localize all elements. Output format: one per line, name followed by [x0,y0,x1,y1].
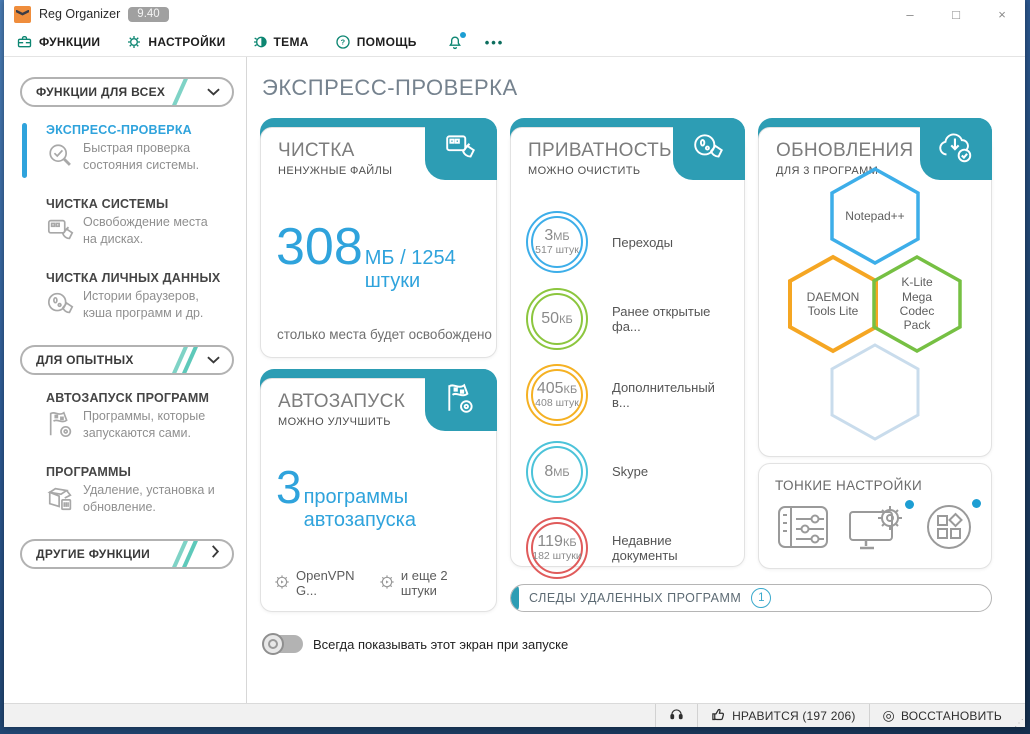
maximize-button[interactable]: □ [933,0,979,28]
notification-dot [972,499,981,508]
gear-play-icon [379,574,395,593]
gear-icon [126,34,142,50]
monitor-broom-icon [443,130,479,169]
minimize-button[interactable]: – [887,0,933,28]
chevron-right-icon [211,545,220,563]
support-button[interactable] [655,704,697,727]
cleanup-value: 308 [276,218,363,276]
svg-text:?: ? [340,38,345,47]
thumbs-up-icon [711,707,726,725]
app-logo-icon [14,5,31,23]
privacy-item[interactable]: 8МБ Skype [526,434,735,511]
status-bar: НРАВИТСЯ (197 206) ◎ ВОССТАНОВИТЬ [4,703,1025,729]
theme-bulb-icon [252,34,268,50]
gear-play-icon [274,574,290,593]
privacy-item[interactable]: 119КБ 182 штуки Недавние документы [526,510,735,587]
resize-grip[interactable] [1014,704,1025,729]
box-trash-icon [46,483,76,518]
deleted-programs-traces-bar[interactable]: СЛЕДЫ УДАЛЕННЫХ ПРОГРАММ 1 [510,584,992,612]
menu-more-button[interactable]: ••• [485,35,505,50]
menu-bar: ФУНКЦИИ НАСТРОЙКИ ТЕМА ? ПОМОЩЬ ••• [4,28,1025,57]
cleanup-card[interactable]: ЧИСТКА НЕНУЖНЫЕ ФАЙЛЫ 308 МБ / 1254 штук… [260,118,497,358]
card-subtitle: МОЖНО ОЧИСТИТЬ [528,165,641,177]
update-app-hexagon[interactable]: K-Lite Mega Codec Pack [871,254,963,354]
menu-help[interactable]: ? ПОМОЩЬ [335,34,417,50]
sidebar-section-functions-for-all[interactable]: ФУНКЦИИ ДЛЯ ВСЕХ [20,77,234,107]
menu-settings[interactable]: НАСТРОЙКИ [126,34,225,50]
active-indicator [22,123,27,178]
privacy-item[interactable]: 405КБ 408 штук Дополнительный в... [526,357,735,434]
autorun-card[interactable]: АВТОЗАПУСК МОЖНО УЛУЧШИТЬ 3 программы ав… [260,369,497,612]
headphones-icon [669,707,684,724]
menu-theme[interactable]: ТЕМА [252,34,309,50]
sidebar-section-other-functions[interactable]: ДРУГИЕ ФУНКЦИИ [20,539,234,569]
restore-target-icon: ◎ [882,707,895,723]
app-title: Reg Organizer [39,7,121,21]
app-window: Reg Organizer 9.40 – □ × ФУНКЦИИ НАСТРОЙ… [4,0,1025,729]
sidebar-item-autorun-programs[interactable]: АВТОЗАПУСК ПРОГРАММ Программы, которые з… [22,391,234,444]
card-title: АВТОЗАПУСК [278,391,406,412]
title-bar: Reg Organizer 9.40 – □ × [4,0,1025,28]
sidebar: ФУНКЦИИ ДЛЯ ВСЕХ ЭКСПРЕСС-ПРОВЕРКА Быстр… [4,57,247,703]
tweaks-title: ТОНКИЕ НАСТРОЙКИ [775,478,923,493]
card-title: ПРИВАТНОСТЬ [528,140,672,161]
chevron-down-icon [207,83,220,101]
card-title: ОБНОВЛЕНИЯ [776,140,914,161]
autorun-value: 3 [276,461,302,513]
updates-card[interactable]: ОБНОВЛЕНИЯ ДЛЯ 3 ПРОГРАММ Notepad++ DAEM… [758,118,992,457]
privacy-card[interactable]: ПРИВАТНОСТЬ МОЖНО ОЧИСТИТЬ 3МБ 517 штук … [510,118,745,580]
sidebar-item-private-data-cleanup[interactable]: ЧИСТКА ЛИЧНЫХ ДАННЫХ Истории браузеров, … [22,271,234,324]
chevron-down-icon [207,351,220,369]
toggle-label: Всегда показывать этот экран при запуске [313,636,569,652]
traces-count-badge: 1 [751,588,772,608]
update-app-hexagon[interactable]: DAEMON Tools Lite [787,254,879,354]
briefcase-icon [16,34,33,50]
page-title: ЭКСПРЕСС-ПРОВЕРКА [262,75,518,100]
autorun-value-suffix: программы автозапуска [303,486,416,531]
sidebar-item-programs[interactable]: ПРОГРАММЫ Удаление, установка и обновлен… [22,465,234,518]
notification-dot [459,31,466,38]
menu-functions[interactable]: ФУНКЦИИ [16,34,100,50]
footprints-broom-icon [46,289,76,324]
footprints-broom-icon [692,130,726,169]
main-area: ЭКСПРЕСС-ПРОВЕРКА ЧИСТКА НЕНУЖНЫЕ ФАЙЛЫ … [247,57,1025,703]
cleanup-caption: столько места будет освобождено [277,327,492,342]
help-circle-icon: ? [335,34,351,50]
search-check-icon [46,141,76,176]
window-sliders-icon[interactable] [777,505,829,554]
like-button[interactable]: НРАВИТСЯ (197 206) [697,704,868,727]
autorun-more-item[interactable]: и еще 2 штуки [379,568,487,598]
notification-dot [905,500,914,509]
version-badge: 9.40 [128,6,169,22]
cleanup-value-suffix: МБ / 1254 штуки [364,247,456,292]
flag-gear-icon [444,381,478,420]
cloud-download-check-icon [937,130,975,169]
privacy-item[interactable]: 50КБ Ранее открытые фа... [526,281,735,358]
close-button[interactable]: × [979,0,1025,28]
show-at-startup-toggle[interactable] [262,633,303,655]
sidebar-item-system-cleanup[interactable]: ЧИСТКА СИСТЕМЫ Освобождение места на дис… [22,197,234,250]
monitor-broom-icon [46,215,76,250]
notifications-button[interactable] [447,31,466,51]
empty-hexagon [829,342,921,442]
apps-circle-icon[interactable] [925,499,981,556]
sidebar-section-for-experienced[interactable]: ДЛЯ ОПЫТНЫХ [20,345,234,375]
monitor-gear-icon[interactable] [848,500,914,555]
tweaks-card[interactable]: ТОНКИЕ НАСТРОЙКИ [758,463,992,569]
card-subtitle: МОЖНО УЛУЧШИТЬ [278,416,391,428]
privacy-item[interactable]: 3МБ 517 штук Переходы [526,204,735,281]
flag-gear-icon [46,409,76,444]
update-app-hexagon[interactable]: Notepad++ [829,166,921,266]
autorun-app-item[interactable]: OpenVPN G... [274,568,379,598]
sidebar-item-express-check[interactable]: ЭКСПРЕСС-ПРОВЕРКА Быстрая проверка состо… [22,123,234,178]
card-subtitle: НЕНУЖНЫЕ ФАЙЛЫ [278,165,393,177]
card-title: ЧИСТКА [278,140,355,161]
startup-toggle-row: Всегда показывать этот экран при запуске [262,633,569,655]
restore-button[interactable]: ◎ ВОССТАНОВИТЬ [868,704,1015,727]
